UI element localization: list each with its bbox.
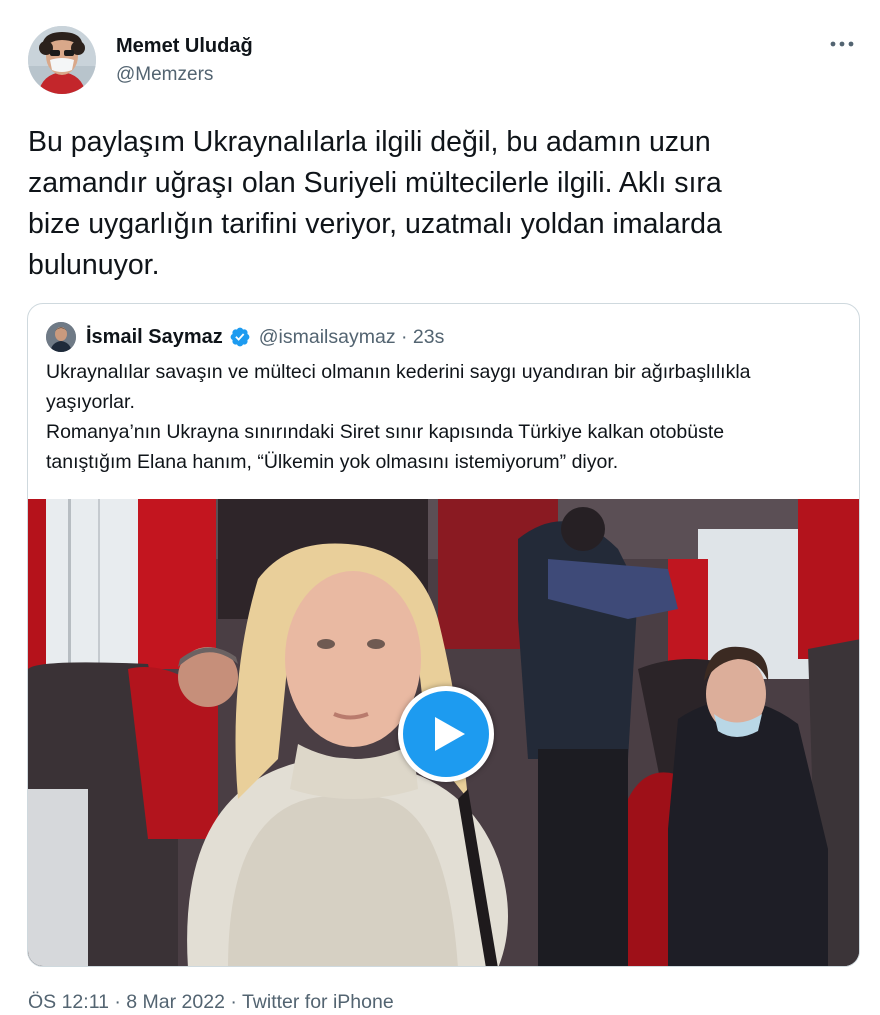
author-handle[interactable]: @Memzers: [116, 62, 253, 88]
tweet-source[interactable]: Twitter for iPhone: [242, 991, 394, 1013]
tweet-header: Memet Uludağ @Memzers: [28, 24, 860, 98]
quoted-author-handle-time[interactable]: @ismailsaymaz · 23s: [259, 326, 445, 349]
tweet-time[interactable]: ÖS 12:11: [28, 991, 109, 1013]
quoted-text-line: yaşıyorlar.: [46, 391, 135, 413]
quoted-tweet-text: Ukraynalılar savaşın ve mülteci olmanın …: [46, 357, 846, 477]
play-icon: [435, 717, 465, 751]
video-thumbnail[interactable]: [28, 499, 859, 966]
footer-separator: ·: [230, 991, 237, 1013]
quoted-author-name[interactable]: İsmail Saymaz: [86, 326, 223, 349]
author-info: Memet Uludağ @Memzers: [116, 34, 253, 88]
tweet-text-line: zamandır uğraşı olan Suriyeli mülteciler…: [28, 167, 722, 199]
author-avatar[interactable]: [28, 26, 96, 94]
tweet-text-line: bulunuyor.: [28, 249, 160, 281]
tweet-footer: ÖS 12:11 · 8 Mar 2022 · Twitter for iPho…: [28, 990, 394, 1014]
play-button[interactable]: [398, 686, 494, 782]
footer-separator: ·: [114, 991, 121, 1013]
author-name[interactable]: Memet Uludağ: [116, 34, 253, 58]
tweet-date[interactable]: 8 Mar 2022: [126, 991, 225, 1013]
quoted-text-line: Ukraynalılar savaşın ve mülteci olmanın …: [46, 361, 751, 383]
quoted-text-line: Romanya’nın Ukrayna sınırındaki Siret sı…: [46, 421, 725, 443]
more-horizontal-icon[interactable]: [826, 34, 858, 58]
quoted-author-avatar[interactable]: [46, 322, 76, 352]
tweet-text-line: Bu paylaşım Ukraynalılarla ilgili değil,…: [28, 126, 711, 158]
quoted-tweet[interactable]: İsmail Saymaz @ismailsaymaz · 23s Ukrayn…: [27, 303, 860, 967]
tweet-text: Bu paylaşım Ukraynalılarla ilgili değil,…: [28, 122, 858, 286]
verified-badge-icon: [230, 327, 250, 347]
quoted-text-line: tanıştığım Elana hanım, “Ülkemin yok olm…: [46, 451, 619, 473]
quoted-tweet-header: İsmail Saymaz @ismailsaymaz · 23s: [46, 322, 444, 352]
tweet-text-line: bize uygarlığın tarifini veriyor, uzatma…: [28, 208, 722, 240]
